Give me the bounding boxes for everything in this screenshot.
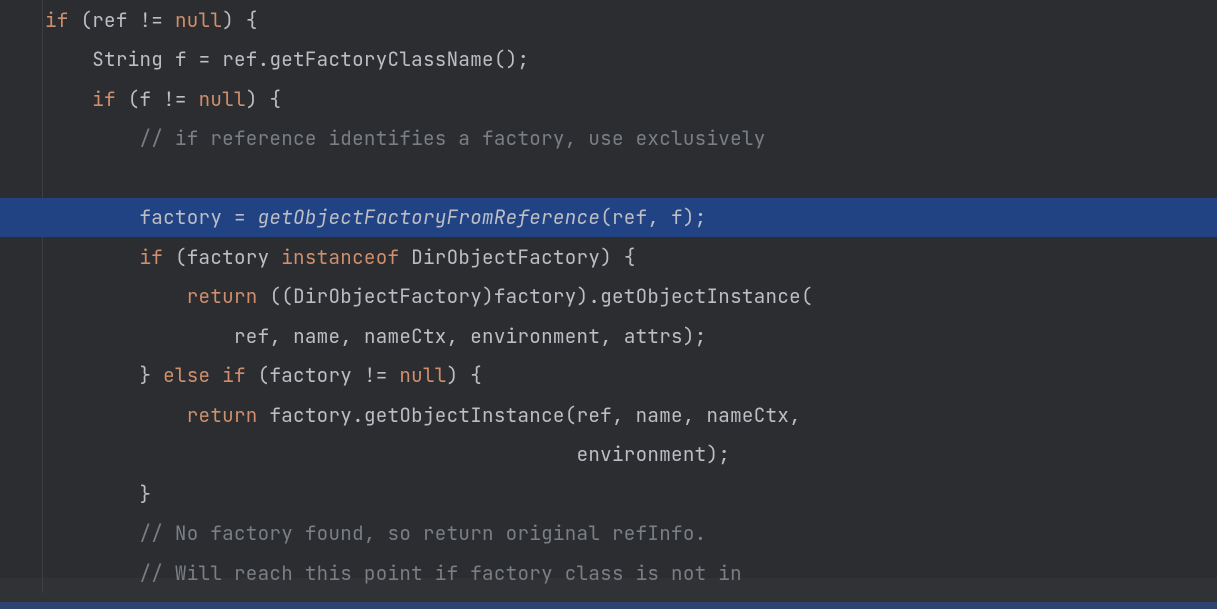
code-editor[interactable]: if (ref != null) { String f = ref.getFac… — [0, 0, 1217, 609]
code-content: // if reference identifies a factory, us… — [45, 125, 766, 151]
gutter — [0, 474, 45, 514]
gutter — [0, 237, 45, 277]
gutter — [0, 395, 45, 435]
gutter — [0, 40, 45, 80]
keyword-else: else — [163, 362, 210, 388]
gutter — [0, 277, 45, 317]
keyword-if: if — [45, 7, 69, 33]
code-content: } else if (factory != null) { — [45, 362, 482, 388]
static-method-call: getObjectFactoryFromReference — [258, 204, 601, 230]
keyword-return: return — [187, 283, 258, 309]
code-line[interactable]: environment); — [0, 435, 1217, 475]
gutter — [0, 198, 45, 238]
code-content: // No factory found, so return original … — [45, 520, 707, 546]
comment: // No factory found, so return original … — [140, 520, 707, 546]
code-line[interactable]: if (f != null) { — [0, 79, 1217, 119]
code-content: if (ref != null) { — [45, 7, 258, 33]
code-line[interactable]: String f = ref.getFactoryClassName(); — [0, 40, 1217, 80]
code-line[interactable]: return factory.getObjectInstance(ref, na… — [0, 395, 1217, 435]
gutter — [0, 119, 45, 159]
code-content: String f = ref.getFactoryClassName(); — [45, 46, 529, 72]
code-line[interactable]: // Will reach this point if factory clas… — [0, 553, 1217, 593]
code-line[interactable]: ref, name, nameCtx, environment, attrs); — [0, 316, 1217, 356]
code-content: return ((DirObjectFactory)factory).getOb… — [45, 283, 813, 309]
code-content: if (factory instanceof DirObjectFactory)… — [45, 244, 636, 270]
code-content: environment); — [45, 441, 730, 467]
keyword-instanceof: instanceof — [281, 244, 399, 270]
code-line[interactable]: } else if (factory != null) { — [0, 356, 1217, 396]
code-content: // Will reach this point if factory clas… — [45, 560, 742, 586]
code-line[interactable]: // if reference identifies a factory, us… — [0, 119, 1217, 159]
gutter — [0, 356, 45, 396]
gutter — [0, 435, 45, 475]
code-content: ref, name, nameCtx, environment, attrs); — [45, 323, 707, 349]
code-line[interactable]: if (ref != null) { — [0, 0, 1217, 40]
comment: // if reference identifies a factory, us… — [140, 125, 766, 151]
code-content: if (f != null) { — [45, 86, 281, 112]
code-content — [45, 165, 140, 191]
code-content: return factory.getObjectInstance(ref, na… — [45, 402, 801, 428]
gutter — [0, 316, 45, 356]
bottom-bar — [0, 602, 1217, 609]
keyword-null: null — [175, 7, 222, 33]
code-line[interactable]: } — [0, 474, 1217, 514]
code-line[interactable]: // No factory found, so return original … — [0, 514, 1217, 554]
code-line[interactable] — [0, 158, 1217, 198]
gutter — [0, 553, 45, 593]
gutter — [0, 514, 45, 554]
code-line-selected[interactable]: factory = getObjectFactoryFromReference(… — [0, 198, 1217, 238]
code-line[interactable]: if (factory instanceof DirObjectFactory)… — [0, 237, 1217, 277]
gutter — [0, 79, 45, 119]
code-line[interactable]: return ((DirObjectFactory)factory).getOb… — [0, 277, 1217, 317]
gutter — [0, 0, 45, 40]
code-content: factory = getObjectFactoryFromReference(… — [45, 204, 707, 230]
code-content: } — [45, 481, 151, 507]
comment: // Will reach this point if factory clas… — [140, 560, 742, 586]
gutter — [0, 158, 45, 198]
